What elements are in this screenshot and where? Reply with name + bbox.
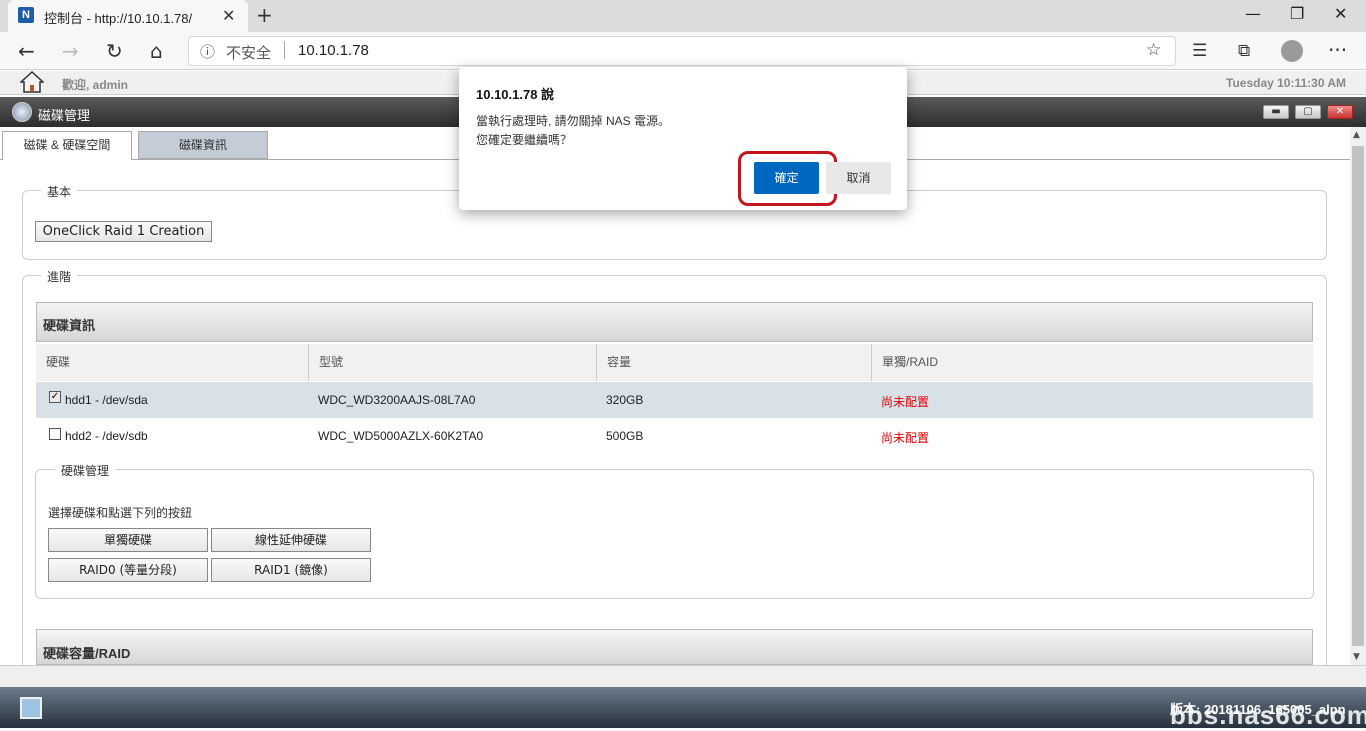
nas-home-icon[interactable]: [20, 71, 44, 93]
welcome-text: 歡迎, admin: [62, 78, 129, 92]
disk-capacity: 500GB: [606, 429, 644, 443]
scroll-up-icon[interactable]: ▲: [1353, 130, 1360, 140]
disk-model: WDC_WD3200AAJS-08L7A0: [318, 393, 476, 407]
basic-legend: 基本: [41, 183, 78, 200]
disk-name: hdd1 - /dev/sda: [65, 393, 148, 407]
watermark-text: bbs.nas66.com: [1170, 700, 1366, 730]
collections-icon[interactable]: ⧉: [1238, 41, 1250, 61]
col-raid: 單獨/RAID: [872, 344, 1313, 381]
taskbar: [0, 687, 1366, 728]
window-close-button[interactable]: ✕: [1327, 105, 1353, 119]
minimize-icon[interactable]: —: [1245, 4, 1261, 23]
url-divider: [284, 41, 285, 59]
info-icon[interactable]: ⓘ: [200, 41, 215, 62]
table-row[interactable]: [36, 418, 1313, 454]
ok-button[interactable]: 確定: [754, 162, 819, 194]
col-disk: 硬碟: [36, 344, 309, 381]
linear-disk-button[interactable]: 線性延伸硬碟: [211, 528, 371, 552]
disk-mgmt-hint: 選擇硬碟和點選下列的按鈕: [48, 506, 193, 520]
scroll-down-icon[interactable]: ▼: [1353, 652, 1360, 662]
dialog-title: 10.10.1.78 說: [476, 87, 555, 102]
single-disk-button[interactable]: 單獨硬碟: [48, 528, 208, 552]
row-checkbox[interactable]: [49, 428, 61, 440]
col-model: 型號: [309, 344, 597, 381]
raid0-button[interactable]: RAID0 (等量分段): [48, 558, 208, 582]
disk-icon: [12, 102, 32, 122]
disk-capacity: 320GB: [606, 393, 644, 407]
disk-status: 尚未配置: [881, 395, 930, 409]
disk-status: 尚未配置: [881, 431, 930, 445]
start-menu-icon[interactable]: [20, 697, 42, 719]
insecure-label: 不安全: [226, 45, 272, 62]
tab-disk-space[interactable]: 磁碟 & 硬碟空間: [2, 131, 132, 160]
disk-mgmt-legend: 硬碟管理: [55, 462, 116, 479]
home-icon[interactable]: ⌂: [150, 39, 163, 63]
oneclick-raid1-button[interactable]: OneClick Raid 1 Creation: [35, 221, 212, 242]
favorite-star-icon[interactable]: ☆: [1146, 40, 1161, 60]
raid1-button[interactable]: RAID1 (鏡像): [211, 558, 371, 582]
tab-title: 控制台 - http://10.10.1.78/: [44, 11, 193, 26]
profile-avatar-icon[interactable]: [1281, 40, 1303, 62]
dialog-message-line1: 當執行處理時, 請勿關掉 NAS 電源。: [476, 114, 671, 128]
favorites-list-icon[interactable]: ☰: [1192, 41, 1207, 61]
advanced-legend: 進階: [41, 268, 78, 285]
refresh-icon[interactable]: ↻: [106, 39, 123, 63]
tab-close-icon[interactable]: ✕: [222, 6, 235, 25]
forward-icon[interactable]: →: [62, 39, 79, 63]
url-text: 10.10.1.78: [298, 42, 369, 59]
window-footer: [0, 665, 1366, 687]
tab-disk-info[interactable]: 磁碟資訊: [138, 131, 268, 159]
restore-icon[interactable]: ❐: [1290, 4, 1304, 23]
more-menu-icon[interactable]: ···: [1328, 38, 1347, 62]
window-close-icon[interactable]: ✕: [1334, 4, 1347, 23]
col-capacity: 容量: [597, 344, 872, 381]
capacity-raid-header: 硬碟容量/RAID: [36, 629, 1313, 665]
new-tab-icon[interactable]: +: [256, 3, 273, 27]
disk-window-title: 磁碟管理: [38, 108, 91, 123]
disk-name: hdd2 - /dev/sdb: [65, 429, 148, 443]
site-favicon-icon: N: [18, 7, 34, 23]
row-checkbox[interactable]: ✓: [49, 391, 61, 403]
window-minimize-icon[interactable]: ▬: [1263, 105, 1289, 119]
dialog-message-line2: 您確定要繼續嗎？: [476, 133, 573, 147]
window-maximize-icon[interactable]: ▢: [1295, 105, 1321, 119]
table-row[interactable]: [36, 382, 1313, 418]
back-icon[interactable]: ←: [18, 39, 35, 63]
scrollbar-thumb[interactable]: [1352, 146, 1364, 646]
datetime-text: Tuesday 10:11:30 AM: [1226, 76, 1347, 90]
disk-info-header: 硬碟資訊: [36, 302, 1313, 342]
disk-model: WDC_WD5000AZLX-60K2TA0: [318, 429, 484, 443]
cancel-button[interactable]: 取消: [826, 162, 891, 194]
